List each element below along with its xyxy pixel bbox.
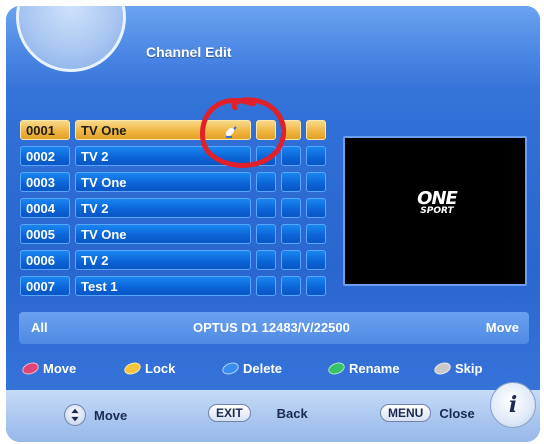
lock-flag-cell[interactable] [256, 250, 276, 270]
legend-skip[interactable]: Skip [432, 360, 483, 377]
red-dot-icon [20, 360, 41, 377]
channel-preview: ONE SPORT [343, 136, 527, 286]
channel-name: TV One [75, 224, 251, 244]
channel-number: 0004 [20, 198, 70, 218]
group-filter-label[interactable]: All [31, 320, 48, 335]
channel-row[interactable]: 0004 TV 2 [20, 198, 326, 218]
channel-name: TV One [75, 120, 251, 140]
channel-name: TV 2 [75, 198, 251, 218]
channel-row[interactable]: 0002 TV 2 [20, 146, 326, 166]
lock-flag-cell[interactable] [256, 146, 276, 166]
channel-number: 0006 [20, 250, 70, 270]
channel-row[interactable]: 0003 TV One [20, 172, 326, 192]
legend-label: Delete [243, 361, 283, 376]
blue-dot-icon [220, 360, 241, 377]
white-dot-icon [432, 360, 453, 377]
skip-flag-cell[interactable] [281, 224, 301, 244]
move-hint-label: Move [94, 407, 128, 423]
channel-number: 0002 [20, 146, 70, 166]
menu-key-icon: MENU [380, 404, 432, 422]
skip-flag-cell[interactable] [281, 120, 301, 140]
channel-name-text: TV One [81, 122, 127, 138]
color-key-legend: Move Lock Delete Rename Skip [6, 358, 540, 380]
move-hint[interactable]: Move [64, 404, 127, 426]
skip-flag-cell[interactable] [281, 250, 301, 270]
skip-flag-cell[interactable] [281, 172, 301, 192]
lock-flag-cell[interactable] [256, 198, 276, 218]
legend-lock[interactable]: Lock [122, 360, 176, 377]
mode-label: Move [485, 320, 519, 335]
channel-name: TV 2 [75, 250, 251, 270]
channel-row[interactable]: 0006 TV 2 [20, 250, 326, 270]
one-sport-logo: ONE SPORT [397, 188, 477, 216]
logo-sub-text: SPORT [420, 206, 454, 216]
skip-flag-cell[interactable] [281, 146, 301, 166]
satellite-info-bar: All OPTUS D1 12483/V/22500 Move [19, 312, 529, 344]
legend-move[interactable]: Move [20, 360, 77, 377]
green-dot-icon [326, 360, 347, 377]
close-hint-label: Close [439, 405, 475, 421]
yellow-dot-icon [122, 360, 143, 377]
exit-key-icon: EXIT [208, 404, 251, 422]
legend-label: Skip [455, 361, 483, 376]
move-flag-cell[interactable] [306, 146, 326, 166]
page-title: Channel Edit [146, 44, 232, 60]
skip-flag-cell[interactable] [281, 276, 301, 296]
bottom-help-bar: Move EXIT Back MENU Close i [6, 382, 540, 442]
skip-flag-cell[interactable] [281, 198, 301, 218]
legend-delete[interactable]: Delete [220, 360, 283, 377]
move-flag-cell[interactable] [306, 276, 326, 296]
info-icon[interactable]: i [490, 382, 536, 428]
channel-row[interactable]: 0001 TV One [20, 120, 326, 140]
satellite-dish-icon [225, 126, 237, 138]
channel-name: Test 1 [75, 276, 251, 296]
lock-flag-cell[interactable] [256, 120, 276, 140]
transponder-label: OPTUS D1 12483/V/22500 [193, 320, 350, 335]
up-down-arrows-icon [64, 404, 86, 426]
channel-number: 0001 [20, 120, 70, 140]
back-hint-label: Back [276, 405, 308, 421]
move-flag-cell[interactable] [306, 198, 326, 218]
move-flag-cell[interactable] [306, 172, 326, 192]
lock-flag-cell[interactable] [256, 172, 276, 192]
channel-number: 0007 [20, 276, 70, 296]
channel-name: TV One [75, 172, 251, 192]
legend-label: Move [43, 361, 77, 376]
legend-label: Rename [349, 361, 400, 376]
lock-flag-cell[interactable] [256, 276, 276, 296]
lock-flag-cell[interactable] [256, 224, 276, 244]
channel-number: 0003 [20, 172, 70, 192]
move-flag-cell[interactable] [306, 250, 326, 270]
legend-label: Lock [145, 361, 176, 376]
tv-screen: Channel Edit 0001 TV One 0002 TV 2 0003 … [6, 6, 540, 442]
channel-row[interactable]: 0007 Test 1 [20, 276, 326, 296]
channel-row[interactable]: 0005 TV One [20, 224, 326, 244]
back-hint[interactable]: EXIT Back [208, 404, 308, 422]
move-flag-cell[interactable] [306, 224, 326, 244]
close-hint[interactable]: MENU Close [380, 404, 475, 422]
legend-rename[interactable]: Rename [326, 360, 400, 377]
channel-name: TV 2 [75, 146, 251, 166]
channel-number: 0005 [20, 224, 70, 244]
move-flag-cell[interactable] [306, 120, 326, 140]
